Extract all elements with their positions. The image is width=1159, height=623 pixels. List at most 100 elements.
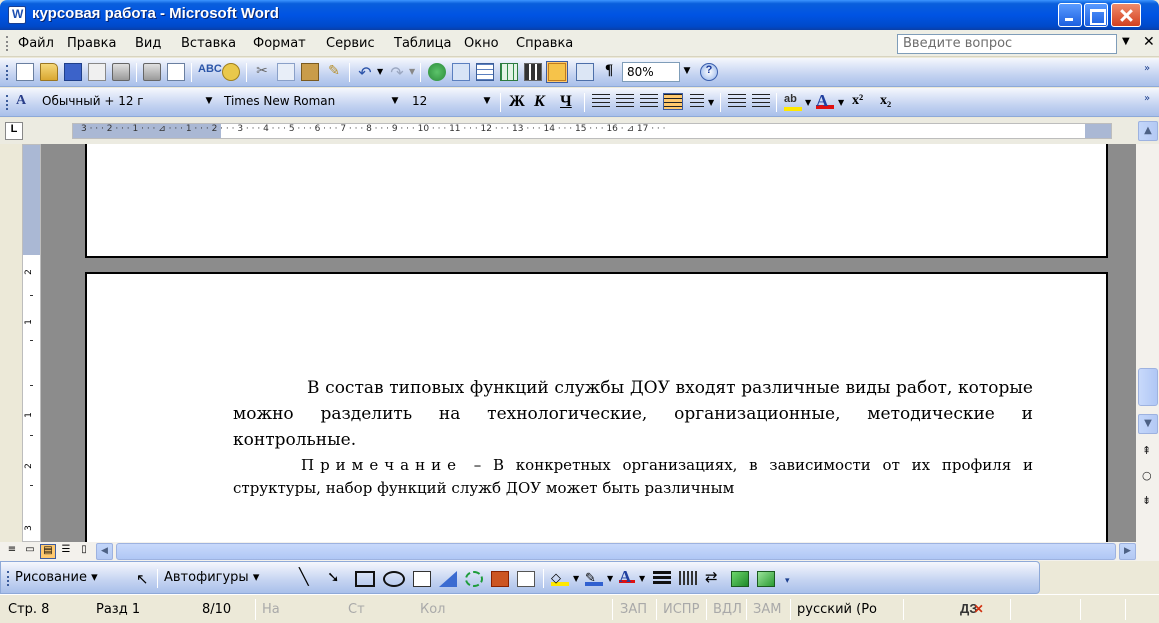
scroll-right-button[interactable]: ▶ (1119, 543, 1136, 560)
select-objects-icon[interactable]: ↖ (136, 570, 149, 588)
numbering-icon[interactable] (728, 94, 746, 109)
paste-icon[interactable] (301, 63, 319, 81)
superscript-button[interactable]: x² (852, 93, 863, 109)
insert-table-icon[interactable] (476, 63, 494, 81)
oval-icon[interactable] (383, 571, 405, 587)
copy-icon[interactable] (277, 63, 295, 81)
close-document-icon[interactable]: ✕ (1143, 34, 1155, 50)
menu-tools[interactable]: Сервис (326, 36, 375, 51)
zoom-combo[interactable]: 80% (622, 62, 680, 82)
menu-view[interactable]: Вид (135, 36, 161, 51)
previous-page-icon[interactable]: ⇞ (1142, 444, 1151, 457)
status-language[interactable]: русский (Ро (797, 602, 877, 617)
menu-insert[interactable]: Вставка (181, 36, 236, 51)
font-color-icon[interactable]: A (816, 91, 834, 110)
drawing-menu-button[interactable]: Рисование ▾ (15, 570, 98, 585)
line-spacing-icon[interactable] (690, 94, 704, 109)
style-combo[interactable]: Обычный + 12 г (38, 92, 216, 112)
diagram-icon[interactable] (465, 571, 483, 587)
zoom-dropdown-icon[interactable]: ▼ (680, 62, 694, 82)
hyperlink-icon[interactable] (428, 63, 446, 81)
scroll-up-button[interactable]: ▲ (1138, 121, 1158, 141)
new-document-icon[interactable] (16, 63, 34, 81)
line-style-icon[interactable] (653, 571, 671, 585)
highlight-dropdown-icon[interactable]: ▼ (805, 98, 811, 107)
undo-dropdown-icon[interactable]: ▼ (377, 67, 383, 76)
spelling-icon[interactable]: ABC (198, 63, 222, 81)
document-map-icon[interactable] (576, 63, 594, 81)
line-color-icon[interactable]: ✎ (585, 571, 603, 586)
redo-icon[interactable]: ↷ (388, 63, 406, 82)
menubar-grip[interactable] (6, 36, 9, 51)
clipart-icon[interactable] (491, 571, 509, 587)
columns-icon[interactable] (524, 63, 542, 81)
scroll-left-button[interactable]: ◀ (96, 543, 113, 560)
word-doc-icon[interactable] (8, 6, 26, 24)
menu-format[interactable]: Формат (253, 36, 306, 51)
help-icon[interactable]: ? (700, 63, 718, 81)
toolbar-grip[interactable] (6, 95, 8, 110)
line-icon[interactable]: ╲ (299, 567, 309, 586)
arrow-style-icon[interactable]: ⇄ (705, 568, 718, 586)
email-icon[interactable] (112, 63, 130, 81)
font-color-dropdown-icon[interactable]: ▼ (838, 98, 844, 107)
status-track-changes[interactable]: ИСПР (663, 602, 699, 617)
research-icon[interactable] (222, 63, 240, 81)
horizontal-scrollbar[interactable]: ≡ ▭ ▤ ☰ ▯ ◀ ▶ (8, 542, 1159, 561)
save-icon[interactable] (64, 63, 82, 81)
align-left-icon[interactable] (592, 94, 610, 109)
horizontal-scroll-thumb[interactable] (116, 543, 1116, 560)
normal-view-icon[interactable]: ≡ (4, 544, 20, 559)
outline-view-icon[interactable]: ☰ (58, 544, 74, 559)
font-combo[interactable]: Times New Roman (220, 92, 388, 112)
paragraph[interactable]: В состав типовых функций службы ДОУ вход… (233, 375, 1033, 453)
open-folder-icon[interactable] (40, 63, 58, 81)
minimize-button[interactable] (1058, 3, 1082, 27)
dash-style-icon[interactable] (679, 571, 697, 585)
spelling-status-icon[interactable]: ДЗ (960, 601, 984, 616)
scroll-thumb[interactable] (1138, 368, 1158, 406)
print-layout-icon[interactable]: ▤ (40, 544, 56, 559)
cut-icon[interactable]: ✂ (253, 63, 271, 81)
line-color-dropdown-icon[interactable]: ▼ (607, 574, 613, 583)
menu-table[interactable]: Таблица (394, 36, 452, 51)
menu-edit[interactable]: Правка (67, 36, 116, 51)
current-page[interactable]: В состав типовых функций службы ДОУ вход… (85, 272, 1108, 542)
3d-style-icon[interactable] (757, 571, 775, 587)
insert-picture-icon[interactable] (517, 571, 535, 587)
highlight-icon[interactable]: ab (784, 93, 802, 111)
arrow-icon[interactable]: ➘ (327, 568, 340, 586)
insert-excel-icon[interactable] (500, 63, 518, 81)
next-page-icon[interactable]: ⇟ (1142, 494, 1151, 507)
vertical-scrollbar[interactable]: ▼ ⇞ ○ ⇟ (1136, 144, 1159, 542)
note-paragraph[interactable]: Примечание – В конкретных организациях, … (233, 454, 1033, 500)
fill-color-dropdown-icon[interactable]: ▼ (573, 574, 579, 583)
status-record[interactable]: ЗАП (620, 602, 647, 617)
print-icon[interactable] (143, 63, 161, 81)
textbox-icon[interactable] (413, 571, 431, 587)
bullets-icon[interactable] (752, 94, 770, 109)
line-spacing-dropdown-icon[interactable]: ▼ (708, 98, 714, 107)
format-painter-icon[interactable]: ✎ (325, 63, 343, 81)
toolbar-grip[interactable] (7, 571, 9, 586)
draw-font-color-dropdown-icon[interactable]: ▼ (639, 574, 645, 583)
styles-formatting-icon[interactable]: A (16, 93, 34, 111)
menu-help[interactable]: Справка (516, 36, 573, 51)
drawing-toggle-button[interactable] (546, 61, 568, 83)
show-formatting-icon[interactable]: ¶ (600, 62, 618, 80)
autoshapes-menu-button[interactable]: Автофигуры ▾ (164, 570, 259, 585)
fill-color-icon[interactable]: ◇ (551, 571, 569, 586)
tables-borders-icon[interactable] (452, 63, 470, 81)
shadow-style-icon[interactable] (731, 571, 749, 587)
font-size-combo[interactable]: 12 (408, 92, 478, 112)
align-right-icon[interactable] (640, 94, 658, 109)
reading-view-icon[interactable]: ▯ (76, 544, 92, 559)
underline-button[interactable]: Ч (560, 93, 572, 111)
web-view-icon[interactable]: ▭ (22, 544, 38, 559)
justify-icon[interactable] (663, 93, 683, 110)
print-preview-icon[interactable] (167, 63, 185, 81)
wordart-icon[interactable] (439, 571, 457, 587)
align-center-icon[interactable] (616, 94, 634, 109)
vertical-ruler[interactable]: 2 1 1 2 3 (22, 144, 41, 542)
toolbar-options-icon[interactable]: » (1144, 93, 1150, 104)
